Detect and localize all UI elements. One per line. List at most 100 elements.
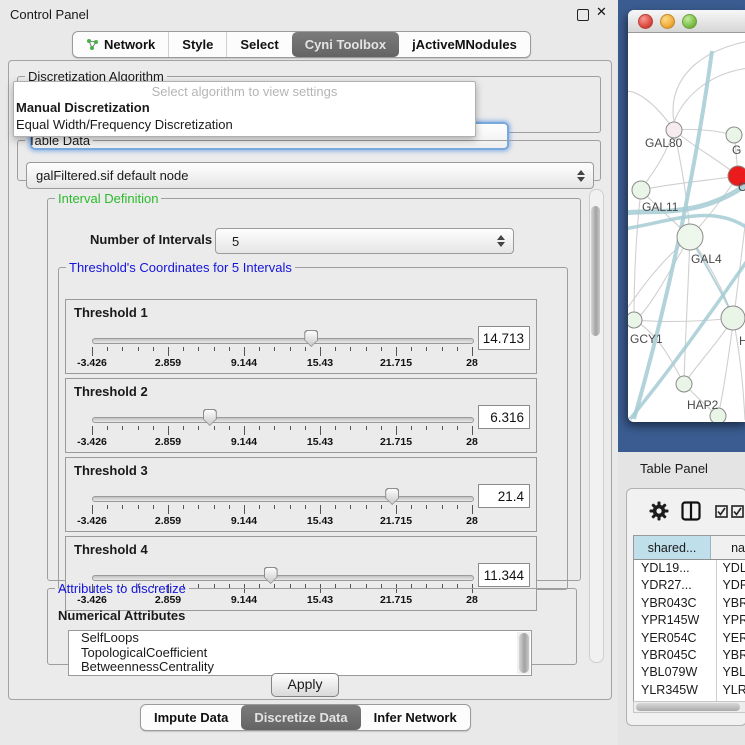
table-row[interactable]: YDR27...YDR2 bbox=[634, 577, 745, 594]
numerical-attributes-label: Numerical Attributes bbox=[58, 608, 185, 623]
column-header-shared[interactable]: shared... bbox=[634, 536, 711, 559]
table-cell[interactable]: YBL079W bbox=[634, 664, 717, 681]
table-cell[interactable]: YPR1 bbox=[717, 612, 745, 629]
tick-mark bbox=[259, 347, 260, 351]
column-header-na[interactable]: na bbox=[711, 536, 745, 559]
table-cell[interactable]: YBL0 bbox=[717, 664, 745, 681]
table-row[interactable]: YLR345WYLR3 bbox=[634, 682, 745, 699]
checkbox-icon[interactable] bbox=[715, 505, 728, 518]
node-label: GAL80 bbox=[645, 136, 683, 150]
tick-mark bbox=[153, 347, 154, 351]
table-cell[interactable]: YDR27... bbox=[634, 577, 717, 594]
table-cell[interactable]: YBR0 bbox=[717, 647, 745, 664]
table-data-combo[interactable]: galFiltered.sif default node bbox=[26, 162, 594, 189]
close-panel-icon[interactable]: ✕ bbox=[596, 4, 607, 20]
threshold-slider[interactable]: -3.4262.8599.14415.4321.71528 bbox=[92, 409, 472, 449]
attribute-item[interactable]: SelfLoops bbox=[69, 631, 531, 646]
tab-discretize-data[interactable]: Discretize Data bbox=[241, 705, 360, 730]
tick-mark bbox=[305, 426, 306, 430]
tab-label: Impute Data bbox=[154, 710, 228, 725]
table-cell[interactable]: YDL1 bbox=[717, 560, 745, 577]
node-label: GCY1 bbox=[630, 332, 663, 346]
table-row[interactable]: YBR045CYBR0 bbox=[634, 647, 745, 664]
tick-label: 21.715 bbox=[380, 357, 412, 369]
tab-infer-network[interactable]: Infer Network bbox=[361, 705, 470, 730]
control-panel-titlebar: Control Panel ✕ bbox=[0, 0, 618, 28]
table-horizontal-scrollbar-thumb[interactable] bbox=[636, 703, 740, 711]
tab-impute-data[interactable]: Impute Data bbox=[141, 705, 241, 730]
table-row[interactable]: YBL079WYBL0 bbox=[634, 664, 745, 681]
table-cell[interactable]: YER054C bbox=[634, 630, 717, 647]
table-cell[interactable]: YBR0 bbox=[717, 595, 745, 612]
algorithm-option-equal-width[interactable]: Equal Width/Frequency Discretization bbox=[16, 117, 233, 132]
apply-button[interactable]: Apply bbox=[271, 673, 339, 697]
node-label: GAL4 bbox=[691, 252, 722, 266]
table-rows: YDL19...YDL1YDR27...YDR2YBR043CYBR0YPR14… bbox=[634, 560, 745, 705]
threshold-label: Threshold 4 bbox=[74, 542, 148, 557]
gear-icon[interactable] bbox=[649, 501, 669, 521]
tab-style[interactable]: Style bbox=[168, 32, 226, 57]
panel-vertical-scrollbar-thumb[interactable] bbox=[591, 206, 600, 336]
number-of-intervals-combo[interactable]: 5 bbox=[215, 228, 514, 254]
network-node[interactable] bbox=[726, 127, 742, 143]
tick-mark bbox=[229, 426, 230, 430]
slider-track bbox=[92, 338, 474, 344]
table-row[interactable]: YER054CYER0 bbox=[634, 630, 745, 647]
slider-thumb[interactable] bbox=[304, 330, 318, 347]
table-cell[interactable]: YLR3 bbox=[717, 682, 745, 699]
tick-mark bbox=[138, 505, 139, 509]
tick-label: 9.144 bbox=[231, 515, 257, 527]
table-cell[interactable]: YBR043C bbox=[634, 595, 717, 612]
split-columns-icon[interactable] bbox=[681, 501, 701, 521]
tick-label: 15.43 bbox=[307, 357, 333, 369]
attribute-item[interactable]: TopologicalCoefficient bbox=[69, 646, 531, 661]
table-cell[interactable]: YDL19... bbox=[634, 560, 717, 577]
table-row[interactable]: YPR145WYPR1 bbox=[634, 612, 745, 629]
float-panel-icon[interactable] bbox=[577, 9, 589, 21]
threshold-value-field[interactable] bbox=[478, 484, 530, 508]
attributes-scrollbar-thumb[interactable] bbox=[519, 633, 529, 673]
minimize-window-button[interactable] bbox=[660, 14, 675, 29]
tick-mark bbox=[381, 347, 382, 351]
tick-mark bbox=[138, 426, 139, 430]
checkbox-icon[interactable] bbox=[731, 505, 744, 518]
numerical-attributes-list[interactable]: SelfLoopsTopologicalCoefficientBetweenne… bbox=[68, 630, 532, 676]
table-horizontal-scrollbar[interactable] bbox=[633, 701, 745, 713]
threshold-slider[interactable]: -3.4262.8599.14415.4321.71528 bbox=[92, 488, 472, 528]
tab-network[interactable]: Network bbox=[73, 32, 168, 57]
network-node[interactable] bbox=[721, 306, 745, 330]
tick-mark bbox=[183, 505, 184, 509]
slider-thumb[interactable] bbox=[385, 488, 399, 505]
threshold-value-field[interactable] bbox=[478, 326, 530, 350]
threshold-value-field[interactable] bbox=[478, 405, 530, 429]
attributes-scrollbar[interactable] bbox=[517, 632, 530, 674]
table-data-box: Table Data galFiltered.sif default node bbox=[17, 133, 601, 181]
slider-thumb[interactable] bbox=[203, 409, 217, 426]
tick-label: 9.144 bbox=[231, 436, 257, 448]
tick-mark bbox=[198, 426, 199, 430]
table-cell[interactable]: YLR345W bbox=[634, 682, 717, 699]
tick-mark bbox=[214, 426, 215, 430]
network-node[interactable] bbox=[632, 181, 650, 199]
close-window-button[interactable] bbox=[638, 14, 653, 29]
network-node[interactable] bbox=[677, 224, 703, 250]
threshold-slider[interactable]: -3.4262.8599.14415.4321.71528 bbox=[92, 330, 472, 370]
network-canvas[interactable]: GAL80GCGAL11GAL4GCY1HHAP2 bbox=[628, 33, 745, 422]
table-cell[interactable]: YPR145W bbox=[634, 612, 717, 629]
network-node[interactable] bbox=[628, 312, 642, 328]
table-cell[interactable]: YER0 bbox=[717, 630, 745, 647]
table-cell[interactable]: YDR2 bbox=[717, 577, 745, 594]
tick-mark bbox=[381, 426, 382, 430]
tab-cyni-toolbox[interactable]: Cyni Toolbox bbox=[292, 32, 399, 57]
network-node[interactable] bbox=[676, 376, 692, 392]
table-row[interactable]: YDL19...YDL1 bbox=[634, 560, 745, 577]
zoom-window-button[interactable] bbox=[682, 14, 697, 29]
tab-jactivemnodules[interactable]: jActiveMNodules bbox=[399, 32, 530, 57]
tick-mark bbox=[335, 426, 336, 430]
table-cell[interactable]: YBR045C bbox=[634, 647, 717, 664]
table-row[interactable]: YBR043CYBR0 bbox=[634, 595, 745, 612]
tab-select[interactable]: Select bbox=[226, 32, 291, 57]
tick-mark bbox=[92, 505, 93, 514]
algorithm-option-manual[interactable]: Manual Discretization bbox=[16, 100, 150, 115]
panel-vertical-scrollbar[interactable] bbox=[589, 189, 604, 663]
